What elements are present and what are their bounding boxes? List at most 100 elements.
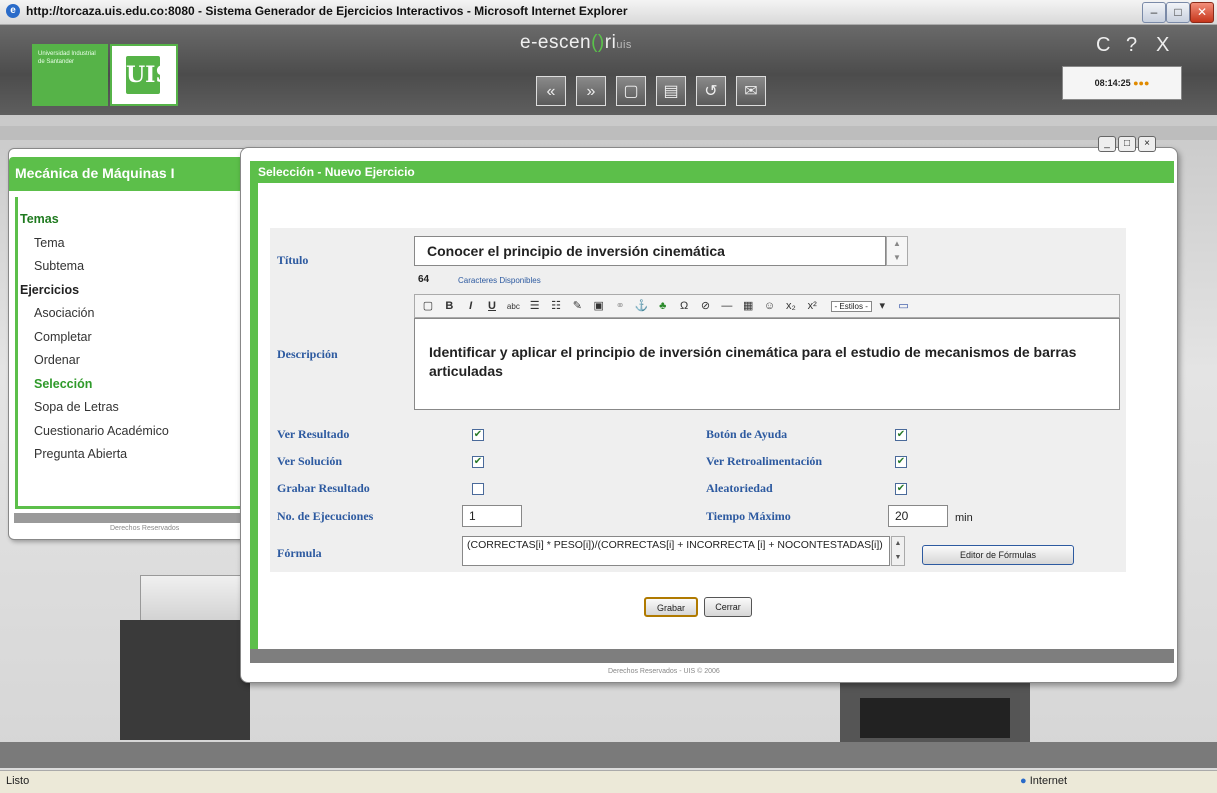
prev-icon[interactable]: « [536, 76, 566, 106]
course-title: Mecánica de Máquinas I [15, 165, 175, 181]
dialog-title: Selección - Nuevo Ejercicio [258, 165, 415, 179]
dialog-left-border [250, 183, 258, 649]
bottom-bar [0, 742, 1217, 768]
formula-label: Fórmula [277, 546, 322, 560]
source-icon[interactable]: ▭ [897, 299, 911, 312]
uis-logo-mark: UIS [126, 56, 171, 94]
next-icon[interactable]: » [576, 76, 606, 106]
minimize-button[interactable]: – [1142, 2, 1166, 23]
formula-input[interactable]: (CORRECTAS[i] * PESO[i])/(CORRECTAS[i] +… [462, 536, 890, 566]
close-window-button[interactable]: ✕ [1190, 2, 1214, 23]
maximize-button[interactable]: □ [1166, 2, 1190, 23]
bullet-list-icon[interactable]: ☰ [528, 299, 542, 312]
nav-toolbar: « » ▢ ▤ ↺ ✉ [536, 76, 776, 106]
university-logo: Universidad Industrial de Santander [32, 44, 108, 106]
menu-item-cuestionario[interactable]: Cuestionario Académico [20, 424, 169, 448]
titulo-scrollbar[interactable]: ▲ ▼ [886, 236, 908, 266]
descripcion-editor[interactable]: Identificar y aplicar el principio de in… [414, 318, 1120, 410]
numbered-list-icon[interactable]: ☷ [549, 299, 563, 312]
bold-icon[interactable]: B [442, 300, 456, 312]
smiley-icon[interactable]: ☺ [763, 300, 777, 312]
ejecuciones-label: No. de Ejecuciones [277, 509, 374, 523]
menu-item-seleccion[interactable]: Selección [20, 377, 169, 401]
omega-icon[interactable]: Ω [677, 300, 691, 312]
browser-titlebar: e http://torcaza.uis.edu.co:8080 - Siste… [0, 0, 1217, 25]
mail-icon[interactable]: ✉ [736, 76, 766, 106]
aleatoriedad-label: Aleatoriedad [706, 481, 773, 495]
zone-text: ● Internet [1020, 775, 1068, 787]
menu-item-sopa-letras[interactable]: Sopa de Letras [20, 400, 169, 424]
dialog-minimize-icon[interactable]: _ [1098, 136, 1116, 152]
boton-ayuda-checkbox[interactable]: ✔ [895, 429, 907, 441]
status-text: Listo [6, 775, 30, 787]
save-button[interactable]: Grabar [644, 597, 698, 617]
menu-heading-ejercicios: Ejercicios [20, 282, 80, 297]
clock-display: 08:14:25 ●●● [1062, 66, 1182, 100]
ie-icon: e [6, 4, 20, 18]
background-strip [0, 126, 1217, 140]
ver-retro-label: Ver Retroalimentación [706, 454, 823, 468]
menu-item-subtema[interactable]: Subtema [20, 259, 169, 283]
menu-item-asociacion[interactable]: Asociación [20, 306, 169, 330]
ver-retro-checkbox[interactable]: ✔ [895, 456, 907, 468]
browser-title: http://torcaza.uis.edu.co:8080 - Sistema… [26, 4, 628, 18]
status-bar: Listo ● Internet [0, 770, 1217, 793]
dialog-copyright: Derechos Reservados - UIS © 2006 [608, 668, 720, 675]
boton-ayuda-label: Botón de Ayuda [706, 427, 788, 441]
menu-item-completar[interactable]: Completar [20, 330, 169, 354]
no-symbol-icon[interactable]: ⊘ [698, 299, 712, 312]
chars-count: 64 [418, 274, 430, 285]
strikethrough-icon[interactable]: abc [506, 302, 520, 311]
menu-heading-temas: Temas [20, 212, 59, 226]
titulo-input[interactable]: Conocer el principio de inversión cinemá… [414, 236, 886, 266]
horizontal-rule-icon[interactable]: — [720, 300, 734, 312]
image-icon[interactable]: ▣ [592, 299, 606, 312]
tiempo-label: Tiempo Máximo [706, 509, 791, 523]
page-icon[interactable]: ▢ [616, 76, 646, 106]
styles-dropdown[interactable]: - Estilos - [830, 301, 872, 312]
underline-icon[interactable]: U [485, 300, 499, 312]
tiempo-unit: min [955, 512, 973, 524]
table-icon[interactable]: ▦ [741, 299, 755, 312]
picture-icon[interactable]: ♣ [656, 300, 670, 312]
dialog-close-icon[interactable]: × [1138, 136, 1156, 152]
menu-item-pregunta-abierta[interactable]: Pregunta Abierta [20, 447, 169, 471]
app-close-icon[interactable]: X [1156, 34, 1169, 57]
menu-item-ordenar[interactable]: Ordenar [20, 353, 169, 377]
ver-resultado-checkbox[interactable]: ✔ [472, 429, 484, 441]
grabar-resultado-label: Grabar Resultado [277, 481, 370, 495]
chevron-down-icon[interactable]: ▾ [875, 299, 889, 312]
edit-icon[interactable]: ✎ [570, 299, 584, 312]
ver-resultado-label: Ver Resultado [277, 427, 350, 441]
anchor-icon[interactable]: ⚓ [634, 299, 649, 312]
ver-solucion-checkbox[interactable]: ✔ [472, 456, 484, 468]
superscript-icon[interactable]: x² [805, 300, 819, 312]
ejecuciones-input[interactable]: 1 [462, 505, 522, 527]
close-button[interactable]: Cerrar [704, 597, 752, 617]
subscript-icon[interactable]: x₂ [784, 300, 798, 312]
formula-editor-button[interactable]: Editor de Fórmulas [922, 545, 1074, 565]
new-doc-icon[interactable]: ▢ [421, 299, 435, 312]
reload-icon[interactable]: C [1096, 34, 1110, 57]
help-icon[interactable]: ? [1126, 34, 1137, 57]
refresh-icon[interactable]: ↺ [696, 76, 726, 106]
uis-logo: UIS [110, 44, 178, 106]
grabar-resultado-checkbox[interactable] [472, 483, 484, 495]
dialog-footer-bar [250, 649, 1174, 663]
titulo-label: Título [277, 253, 309, 267]
background-table [120, 620, 250, 740]
list-icon[interactable]: ▤ [656, 76, 686, 106]
formula-scrollbar[interactable]: ▲ ▼ [891, 536, 905, 566]
link-icon[interactable]: ⚭ [613, 299, 627, 312]
menu-item-tema[interactable]: Tema [20, 236, 169, 260]
italic-icon[interactable]: I [464, 300, 478, 312]
descripcion-label: Descripción [277, 347, 338, 361]
exercise-menu: Temas Tema Subtema Ejercicios Asociación… [20, 212, 169, 471]
aleatoriedad-checkbox[interactable]: ✔ [895, 483, 907, 495]
chars-label: Caracteres Disponibles [458, 276, 541, 285]
globe-icon: ● [1020, 775, 1027, 787]
tiempo-input[interactable]: 20 [888, 505, 948, 527]
dialog-maximize-icon[interactable]: □ [1118, 136, 1136, 152]
brand-logo: e-escen()riuis [520, 32, 632, 53]
left-panel-footer [14, 513, 246, 523]
